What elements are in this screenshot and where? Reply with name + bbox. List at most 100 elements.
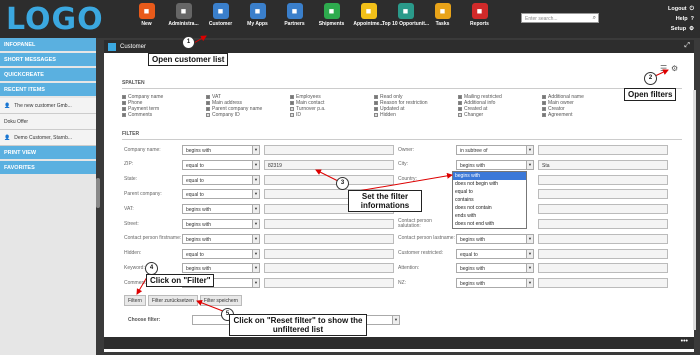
filter-value-input[interactable] [264,145,394,155]
operator-select[interactable]: begins with ▼ [456,263,534,274]
dropdown-option[interactable]: begins with [453,172,526,180]
nav-item[interactable]: ■ Reports [461,3,498,27]
filter-value-input[interactable]: 82319 [264,159,394,170]
sidebar-collapse-handle[interactable] [96,178,100,208]
operator-select[interactable]: equal to ▼ [182,174,260,185]
checkbox[interactable] [458,113,462,117]
filter-value-input[interactable] [538,174,668,185]
filter-value-input[interactable] [538,233,668,244]
filter-value-input[interactable] [538,263,668,274]
nav-item[interactable]: ■ New [128,3,165,27]
sidebar-quickcreate[interactable]: QUICKCREATE [0,68,96,81]
dropdown-option[interactable]: does not begin with [453,180,526,188]
checkbox[interactable] [290,95,294,99]
filter-value-input[interactable] [264,278,394,289]
checkbox[interactable] [458,107,462,111]
column-checkbox[interactable]: Company ID [206,112,290,118]
operator-select[interactable]: in subtree of ▼ [456,145,534,155]
list-icon[interactable]: ☰ [660,64,667,73]
checkbox[interactable] [374,101,378,105]
recent-item[interactable]: Doku Offer [0,114,96,130]
checkbox[interactable] [374,107,378,111]
setup-link[interactable]: Setup ⚙ [668,24,694,34]
recent-item[interactable]: 👤 Demo Customer, Starnb... [0,130,96,146]
checkbox[interactable] [206,107,210,111]
sidebar-print-view[interactable]: PRINT VIEW [0,146,96,159]
filter-value-input[interactable] [264,263,394,274]
operator-select[interactable]: begins with ▼ [182,204,260,215]
column-checkbox[interactable]: Hidden [374,112,458,118]
operator-select[interactable]: begins with ▼ [182,233,260,244]
nav-item[interactable]: ■ Top 10 Opportunit... [382,3,429,27]
operator-select[interactable]: begins with ▼ [182,145,260,155]
filter-value-input[interactable]: Sta [538,159,668,170]
checkbox[interactable] [458,95,462,99]
checkbox[interactable] [122,113,126,117]
scrollbar[interactable] [693,90,696,330]
dropdown-option[interactable]: does not contain [453,204,526,212]
checkbox[interactable] [374,113,378,117]
filter-value-input[interactable] [538,219,668,229]
operator-select[interactable]: begins with ▼ [456,159,534,170]
operator-select[interactable]: equal to ▼ [182,189,260,200]
filter-button[interactable]: Filtern [124,295,146,306]
save-filter-button[interactable]: Filter speichern [199,295,243,306]
search-input[interactable]: Enter search... ⌕ [521,13,599,23]
logout-link[interactable]: Logout ⏻ [668,4,694,14]
operator-dropdown-list[interactable]: begins with does not begin with equal to co… [452,171,527,229]
checkbox[interactable] [206,113,210,117]
checkbox[interactable] [206,101,210,105]
nav-item[interactable]: ■ Partners [276,3,313,27]
filter-value-input[interactable] [264,233,394,244]
dropdown-option[interactable]: equal to [453,188,526,196]
checkbox[interactable] [122,95,126,99]
sidebar-favorites[interactable]: FAVORITES [0,161,96,174]
filter-value-input[interactable] [264,248,394,259]
checkbox[interactable] [542,107,546,111]
recent-item[interactable]: 👤 The new customer Gmb... [0,98,96,114]
filter-value-input[interactable] [538,145,668,155]
sidebar-short-messages[interactable]: SHORT MESSAGES [0,53,96,66]
dropdown-option[interactable]: ends with [453,212,526,220]
sidebar-infopanel[interactable]: INFOPANEL [0,38,96,51]
nav-item[interactable]: ■ My Apps [239,3,276,27]
checkbox[interactable] [290,107,294,111]
more-icon[interactable]: ••• [681,338,688,345]
nav-item[interactable]: ■ Shipments [313,3,350,27]
checkbox[interactable] [374,95,378,99]
expand-icon[interactable]: ⤢ [684,42,690,50]
checkbox[interactable] [542,95,546,99]
checkbox[interactable] [458,101,462,105]
filter-value-input[interactable] [538,248,668,259]
logo[interactable]: LOGO [6,2,104,37]
column-checkbox[interactable]: ID [290,112,374,118]
filter-value-input[interactable] [538,278,668,289]
column-checkbox[interactable]: Changer [458,112,542,118]
column-checkbox[interactable]: Agreement [542,112,626,118]
checkbox[interactable] [290,101,294,105]
operator-select[interactable]: equal to ▼ [182,159,260,170]
filter-value-input[interactable] [264,174,394,185]
search-icon[interactable]: ⌕ [593,15,596,22]
filter-value-input[interactable] [538,189,668,200]
checkbox[interactable] [542,113,546,117]
operator-select[interactable]: equal to ▼ [456,248,534,259]
nav-item[interactable]: ■ Customer [202,3,239,27]
help-link[interactable]: Help? [668,14,694,24]
dropdown-option[interactable]: does not end with [453,220,526,228]
operator-select[interactable]: equal to ▼ [182,248,260,259]
reset-filter-button[interactable]: Filter zurücksetzen [147,295,198,306]
column-checkbox[interactable]: Comments [122,112,206,118]
operator-select[interactable]: begins with ▼ [456,233,534,244]
dropdown-option[interactable]: contains [453,196,526,204]
filter-value-input[interactable] [264,219,394,229]
checkbox[interactable] [206,95,210,99]
checkbox[interactable] [122,107,126,111]
nav-item[interactable]: ■ Tasks [424,3,461,27]
gear-icon[interactable]: ⚙ [671,64,678,73]
operator-select[interactable]: begins with ▼ [182,263,260,274]
operator-select[interactable]: begins with ▼ [182,219,260,229]
checkbox[interactable] [290,113,294,117]
checkbox[interactable] [542,101,546,105]
nav-item[interactable]: ■ Administra... [165,3,202,27]
